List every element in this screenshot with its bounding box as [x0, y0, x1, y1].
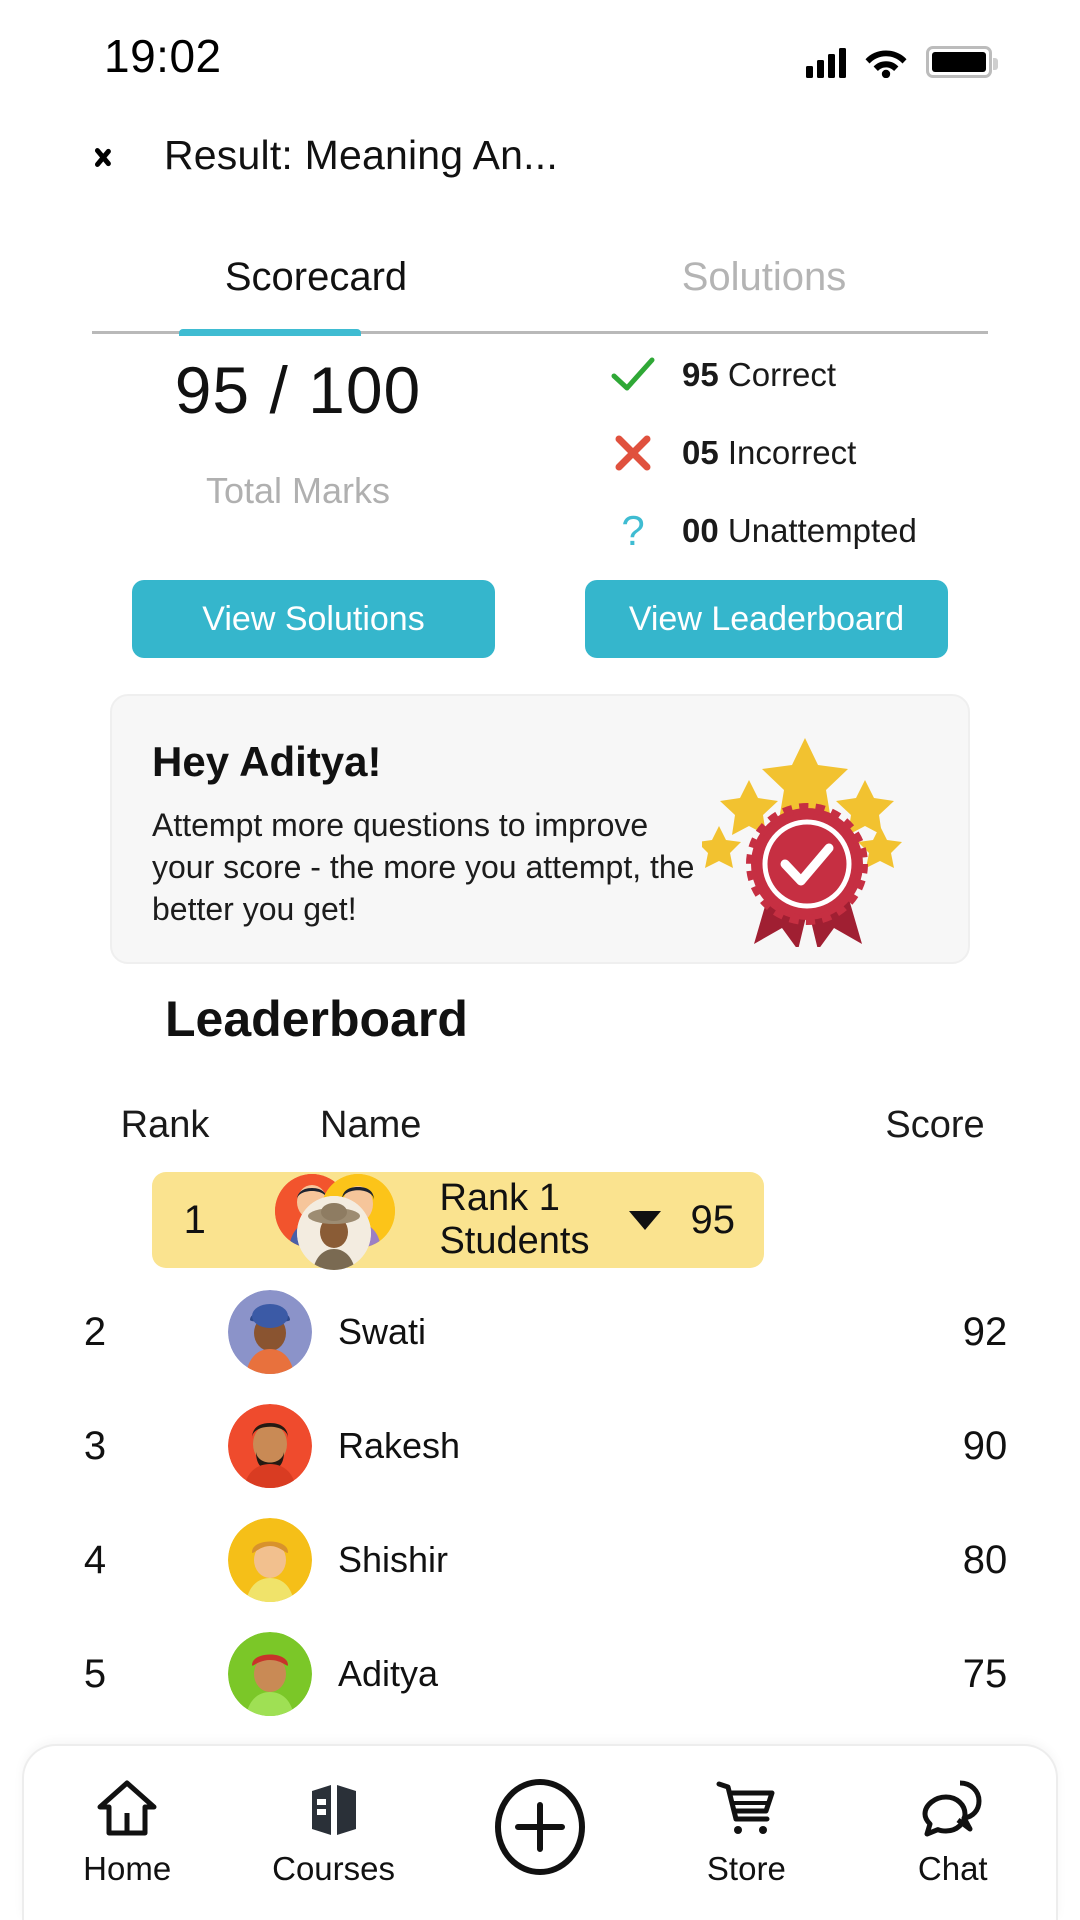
stat-incorrect: 05 Incorrect — [610, 430, 917, 476]
avatar — [228, 1404, 312, 1488]
tab-scorecard[interactable]: Scorecard — [92, 218, 540, 336]
plus-circle-icon — [492, 1779, 588, 1875]
avatar — [297, 1196, 372, 1270]
award-ribbon-stars-icon — [697, 732, 928, 962]
row-score: 75 — [962, 1651, 1008, 1696]
shopping-cart-icon — [715, 1778, 777, 1838]
nav-label-home: Home — [83, 1850, 172, 1887]
nav-label-chat: Chat — [917, 1850, 988, 1887]
avatar — [228, 1290, 312, 1374]
phone-screen: 19:02 Result: Meaning An... Scorecard So… — [0, 0, 1080, 1920]
bottom-navigation: Home Courses Store Chat — [22, 1744, 1058, 1920]
nav-item-add[interactable] — [450, 1779, 630, 1887]
score-value: 95 / 100 — [174, 353, 422, 427]
row-name: Aditya — [338, 1653, 439, 1694]
promo-title: Hey Aditya! — [152, 738, 382, 785]
row-rank: 3 — [83, 1423, 107, 1468]
tab-bar: Scorecard Solutions — [0, 218, 1080, 336]
row-score: 92 — [962, 1309, 1008, 1354]
leaderboard-header-row: Rank Name Score — [0, 1098, 1080, 1152]
nav-item-store[interactable]: Store — [656, 1778, 836, 1888]
tab-scorecard-label: Scorecard — [224, 254, 408, 299]
table-row[interactable]: 2 Swati 92 — [0, 1282, 1080, 1382]
row-score: 95 — [690, 1197, 735, 1242]
status-bar: 19:02 — [0, 0, 1080, 112]
stat-unattempted-text: 00 Unattempted — [682, 512, 917, 549]
avatar-group — [275, 1174, 413, 1270]
promo-text: Hey Aditya! Attempt more questions to im… — [152, 738, 702, 962]
avatar — [228, 1518, 312, 1602]
score-caption: Total Marks — [205, 470, 391, 511]
wifi-icon — [865, 50, 907, 78]
nav-label-store: Store — [706, 1850, 786, 1887]
view-solutions-button[interactable]: View Solutions — [132, 580, 495, 658]
column-header-rank: Rank — [120, 1103, 210, 1146]
chat-bubble-icon — [922, 1778, 984, 1838]
row-name: Rank 1 Students — [439, 1177, 590, 1262]
row-score: 80 — [962, 1537, 1008, 1582]
chevron-down-icon[interactable] — [629, 1210, 662, 1230]
tab-solutions-label: Solutions — [681, 254, 847, 299]
nav-item-chat[interactable]: Chat — [863, 1778, 1043, 1888]
row-name: Rakesh — [338, 1425, 461, 1466]
green-check-icon — [610, 357, 656, 393]
action-buttons: View Solutions View Leaderboard — [0, 580, 1080, 658]
row-name-cell: Rakesh — [190, 1404, 890, 1488]
avatar — [228, 1632, 312, 1716]
status-icons — [806, 34, 998, 78]
column-header-name: Name — [320, 1103, 422, 1146]
promo-body: Attempt more questions to improve your s… — [152, 807, 695, 928]
cellular-signal-icon — [806, 48, 846, 78]
app-bar: Result: Meaning An... — [0, 112, 1080, 198]
tab-solutions[interactable]: Solutions — [540, 218, 988, 336]
question-mark-icon: ? — [621, 507, 645, 554]
nav-item-home[interactable]: Home — [37, 1778, 217, 1888]
back-chevron-icon[interactable] — [104, 135, 130, 175]
nav-item-courses[interactable]: Courses — [244, 1778, 424, 1888]
table-row[interactable]: 4 Shishir 80 — [0, 1510, 1080, 1610]
stat-incorrect-text: 05 Incorrect — [682, 434, 857, 471]
row-rank: 5 — [83, 1651, 107, 1696]
column-header-score: Score — [885, 1103, 985, 1146]
page-title: Result: Meaning An... — [164, 131, 558, 178]
nav-label-courses: Courses — [272, 1850, 396, 1887]
row-name-cell: Aditya — [190, 1632, 890, 1716]
battery-full-icon — [926, 46, 998, 78]
leaderboard-rows: 1 Rank 1 Students 95 2 Swati 92 3 Rakesh… — [0, 1172, 1080, 1738]
table-row[interactable]: 3 Rakesh 90 — [0, 1396, 1080, 1496]
row-name-cell: Swati — [190, 1290, 890, 1374]
row-name-cell: Rank 1 Students — [237, 1174, 662, 1270]
view-leaderboard-button[interactable]: View Leaderboard — [585, 580, 948, 658]
row-name: Swati — [338, 1311, 427, 1352]
total-marks-block: 95 / 100 Total Marks — [118, 352, 478, 512]
row-name: Shishir — [338, 1539, 449, 1580]
table-row[interactable]: 1 Rank 1 Students 95 — [152, 1172, 764, 1270]
row-rank: 2 — [83, 1309, 107, 1354]
leaderboard-heading: Leaderboard — [165, 991, 468, 1047]
row-rank: 4 — [83, 1537, 107, 1582]
score-summary: 95 / 100 Total Marks 95 Correct 05 Incor… — [0, 352, 1080, 552]
red-cross-icon — [610, 434, 656, 472]
table-row[interactable]: 5 Aditya 75 — [0, 1624, 1080, 1724]
stat-correct-text: 95 Correct — [682, 356, 837, 393]
stat-unattempted: ? 00 Unattempted — [610, 508, 917, 554]
row-score: 90 — [962, 1423, 1008, 1468]
stat-correct: 95 Correct — [610, 352, 917, 398]
status-time: 19:02 — [104, 30, 222, 82]
stats-list: 95 Correct 05 Incorrect ? 00 Unattempted — [610, 352, 917, 554]
row-name-cell: Shishir — [190, 1518, 890, 1602]
book-icon — [304, 1778, 364, 1838]
tab-active-indicator — [179, 329, 361, 336]
promo-card: Hey Aditya! Attempt more questions to im… — [110, 694, 970, 964]
home-icon — [96, 1778, 158, 1838]
row-rank: 1 — [183, 1197, 206, 1242]
